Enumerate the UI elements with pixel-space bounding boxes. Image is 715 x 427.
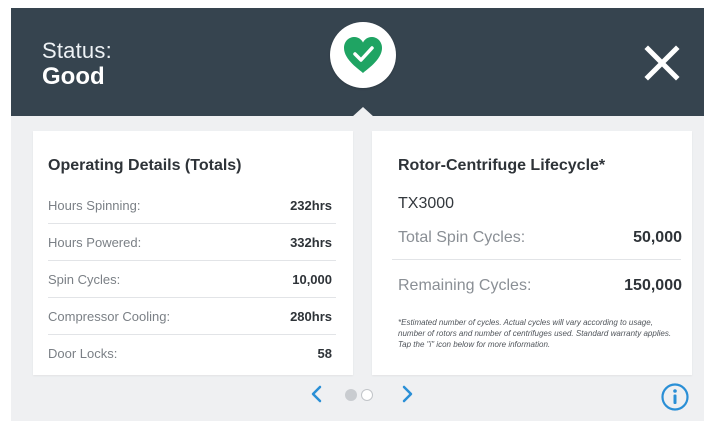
lifecycle-card: Rotor-Centrifuge Lifecycle* TX3000 Total… [372, 131, 692, 375]
status-screen: Status: Good Operating Details (Totals) … [11, 8, 704, 421]
list-item: Door Locks: 58 [48, 335, 336, 372]
page-dot-1[interactable] [345, 389, 357, 401]
previous-page-button[interactable] [307, 382, 327, 406]
operating-details-card: Operating Details (Totals) Hours Spinnin… [33, 131, 353, 375]
compressor-cooling-value: 280hrs [290, 308, 332, 324]
heart-check-icon [344, 37, 382, 73]
list-item: Compressor Cooling: 280hrs [48, 298, 336, 335]
door-locks-label: Door Locks: [48, 346, 118, 361]
operating-details-title: Operating Details (Totals) [48, 157, 242, 174]
list-item: Spin Cycles: 10,000 [48, 261, 336, 298]
status-value: Good [42, 63, 105, 90]
spin-cycles-label: Spin Cycles: [48, 271, 121, 287]
remaining-cycles-value: 150,000 [624, 277, 682, 294]
hours-spinning-label: Hours Spinning: [48, 197, 141, 213]
header-pointer [352, 107, 374, 117]
total-cycles-row: Total Spin Cycles: 50,000 [398, 219, 682, 257]
hours-powered-label: Hours Powered: [48, 234, 142, 250]
close-button[interactable] [643, 44, 681, 82]
close-icon [644, 45, 680, 81]
operating-details-list: Hours Spinning: 232hrs Hours Powered: 33… [48, 187, 336, 372]
info-icon [661, 383, 689, 411]
remaining-cycles-row: Remaining Cycles: 150,000 [398, 267, 682, 305]
info-button[interactable] [660, 382, 690, 412]
status-header: Status: Good [11, 8, 704, 117]
pager [11, 379, 704, 412]
status-label: Status: [42, 38, 112, 63]
page-dot-2[interactable] [361, 389, 373, 401]
remaining-cycles-label: Remaining Cycles: [398, 277, 532, 294]
door-locks-value: 58 [317, 346, 332, 361]
total-cycles-value: 50,000 [633, 229, 682, 246]
chevron-left-icon [311, 385, 322, 403]
next-page-button[interactable] [397, 382, 417, 406]
total-cycles-label: Total Spin Cycles: [398, 229, 526, 246]
lifecycle-title: Rotor-Centrifuge Lifecycle* [398, 157, 606, 174]
status-badge [330, 22, 396, 88]
hours-spinning-value: 232hrs [290, 197, 332, 213]
spin-cycles-value: 10,000 [292, 271, 332, 287]
compressor-cooling-label: Compressor Cooling: [48, 308, 171, 324]
chevron-right-icon [402, 385, 413, 403]
hours-powered-value: 332hrs [290, 234, 332, 250]
lifecycle-footnote: *Estimated number of cycles. Actual cycl… [398, 318, 672, 349]
list-item: Hours Spinning: 232hrs [48, 187, 336, 224]
list-item: Hours Powered: 332hrs [48, 224, 336, 261]
model-name: TX3000 [398, 195, 455, 212]
divider [392, 259, 681, 260]
